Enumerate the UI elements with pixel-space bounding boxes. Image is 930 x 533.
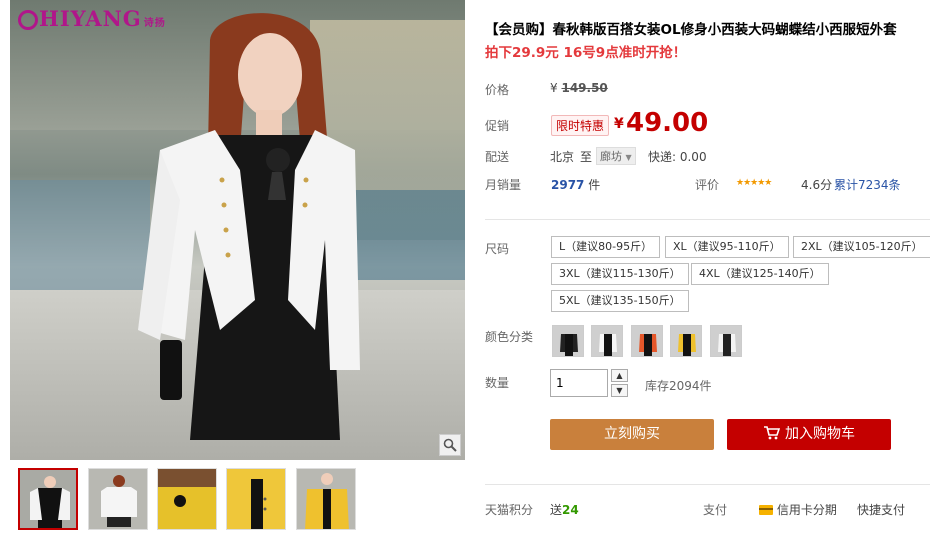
add-to-cart-button[interactable]: 加入购物车 [727, 419, 891, 450]
original-price-value: 149.50 [561, 81, 608, 95]
monthly-sales-count: 2977 [551, 178, 585, 192]
points-prefix: 送 [550, 503, 563, 517]
model-figure [138, 13, 360, 440]
review-count-link[interactable]: 累计7234条 [834, 176, 901, 193]
monthly-sales: 2977 件 [551, 176, 600, 193]
color-swatch-3[interactable] [631, 325, 663, 357]
brand-logo-text: HIYANG [39, 6, 142, 31]
color-swatch-5[interactable] [710, 325, 742, 357]
size-option-5xl[interactable]: 5XL（建议135-150斤） [551, 290, 689, 312]
thumbnail-4[interactable] [226, 468, 286, 530]
selected-arrow-icon [46, 468, 58, 469]
delivery-label: 配送 [485, 150, 510, 164]
size-label: 尺码 [485, 242, 510, 256]
cart-icon [764, 426, 781, 440]
size-option-3xl[interactable]: 3XL（建议115-130斤） [551, 263, 689, 285]
credit-card-icon [759, 505, 773, 515]
color-swatch-1[interactable] [552, 325, 584, 357]
rating-score: 4.6分 [801, 178, 833, 192]
delivery-destination-select[interactable]: 廊坊 ▼ [596, 147, 636, 165]
express-fee: 快递: 0.00 [648, 150, 707, 164]
brand-logo-ring-icon [18, 10, 38, 30]
size-option-l[interactable]: L（建议80-95斤） [551, 236, 661, 258]
size-option-2xl[interactable]: 2XL（建议105-120斤） [793, 236, 930, 258]
rating-label: 评价 [695, 178, 720, 192]
delivery-destination: 廊坊 [600, 150, 622, 163]
main-product-image[interactable]: HIYANG 诗扬 [10, 0, 465, 460]
promotion-tag: 限时特惠 [551, 115, 610, 136]
delivery-from: 北京 [550, 150, 575, 164]
thumbnail-1[interactable] [18, 468, 78, 530]
installment-label: 信用卡分期 [776, 503, 837, 517]
quantity-decrease-button[interactable]: ▼ [611, 384, 628, 397]
price-label: 价格 [485, 83, 510, 97]
color-label: 颜色分类 [485, 330, 534, 344]
thumbnail-2[interactable] [88, 468, 148, 530]
brand-logo-sub: 诗扬 [143, 18, 166, 29]
chevron-down-icon: ▼ [625, 153, 632, 162]
quick-pay-option[interactable]: 快捷支付 [857, 501, 905, 518]
color-swatch-4[interactable] [670, 325, 702, 357]
divider [485, 219, 930, 220]
original-price: ¥ 149.50 [550, 81, 608, 95]
product-title: 【会员购】春秋韩版百搭女装OL修身小西装大码蝴蝶结小西服短外套 [485, 22, 897, 38]
points-value: 24 [562, 503, 579, 517]
brand-logo: HIYANG 诗扬 [18, 6, 166, 31]
color-swatch-2[interactable] [591, 325, 623, 357]
original-price-currency: ¥ [550, 81, 558, 95]
promotion-label: 促销 [485, 119, 510, 133]
buy-now-button[interactable]: 立刻购买 [550, 419, 714, 450]
payment-label: 支付 [703, 503, 728, 517]
installment-option[interactable]: 信用卡分期 [759, 501, 837, 518]
size-option-4xl[interactable]: 4XL（建议125-140斤） [691, 263, 829, 285]
promotion-price: 49.00 [626, 108, 709, 138]
quantity-increase-button[interactable]: ▲ [611, 369, 628, 382]
thumbnail-5[interactable] [296, 468, 356, 530]
thumbnail-3[interactable] [157, 468, 217, 530]
size-option-xl[interactable]: XL（建议95-110斤） [665, 236, 789, 258]
add-to-cart-label: 加入购物车 [785, 426, 855, 442]
divider [485, 484, 930, 485]
promo-text: 拍下29.9元 16号9点准时开抢！ [485, 45, 687, 61]
points: 送24 [550, 501, 579, 518]
promotion-currency: ¥ [614, 116, 624, 132]
quantity-input[interactable] [550, 369, 608, 397]
quantity-label: 数量 [485, 376, 510, 390]
zoom-icon[interactable] [439, 434, 461, 456]
points-label: 天猫积分 [485, 503, 534, 517]
monthly-sales-label: 月销量 [485, 178, 522, 192]
delivery-to-word: 至 [580, 150, 593, 164]
monthly-sales-unit: 件 [588, 178, 601, 192]
stock-count: 库存2094件 [645, 379, 712, 393]
rating-stars-icon: ★★★★★ [736, 178, 772, 188]
